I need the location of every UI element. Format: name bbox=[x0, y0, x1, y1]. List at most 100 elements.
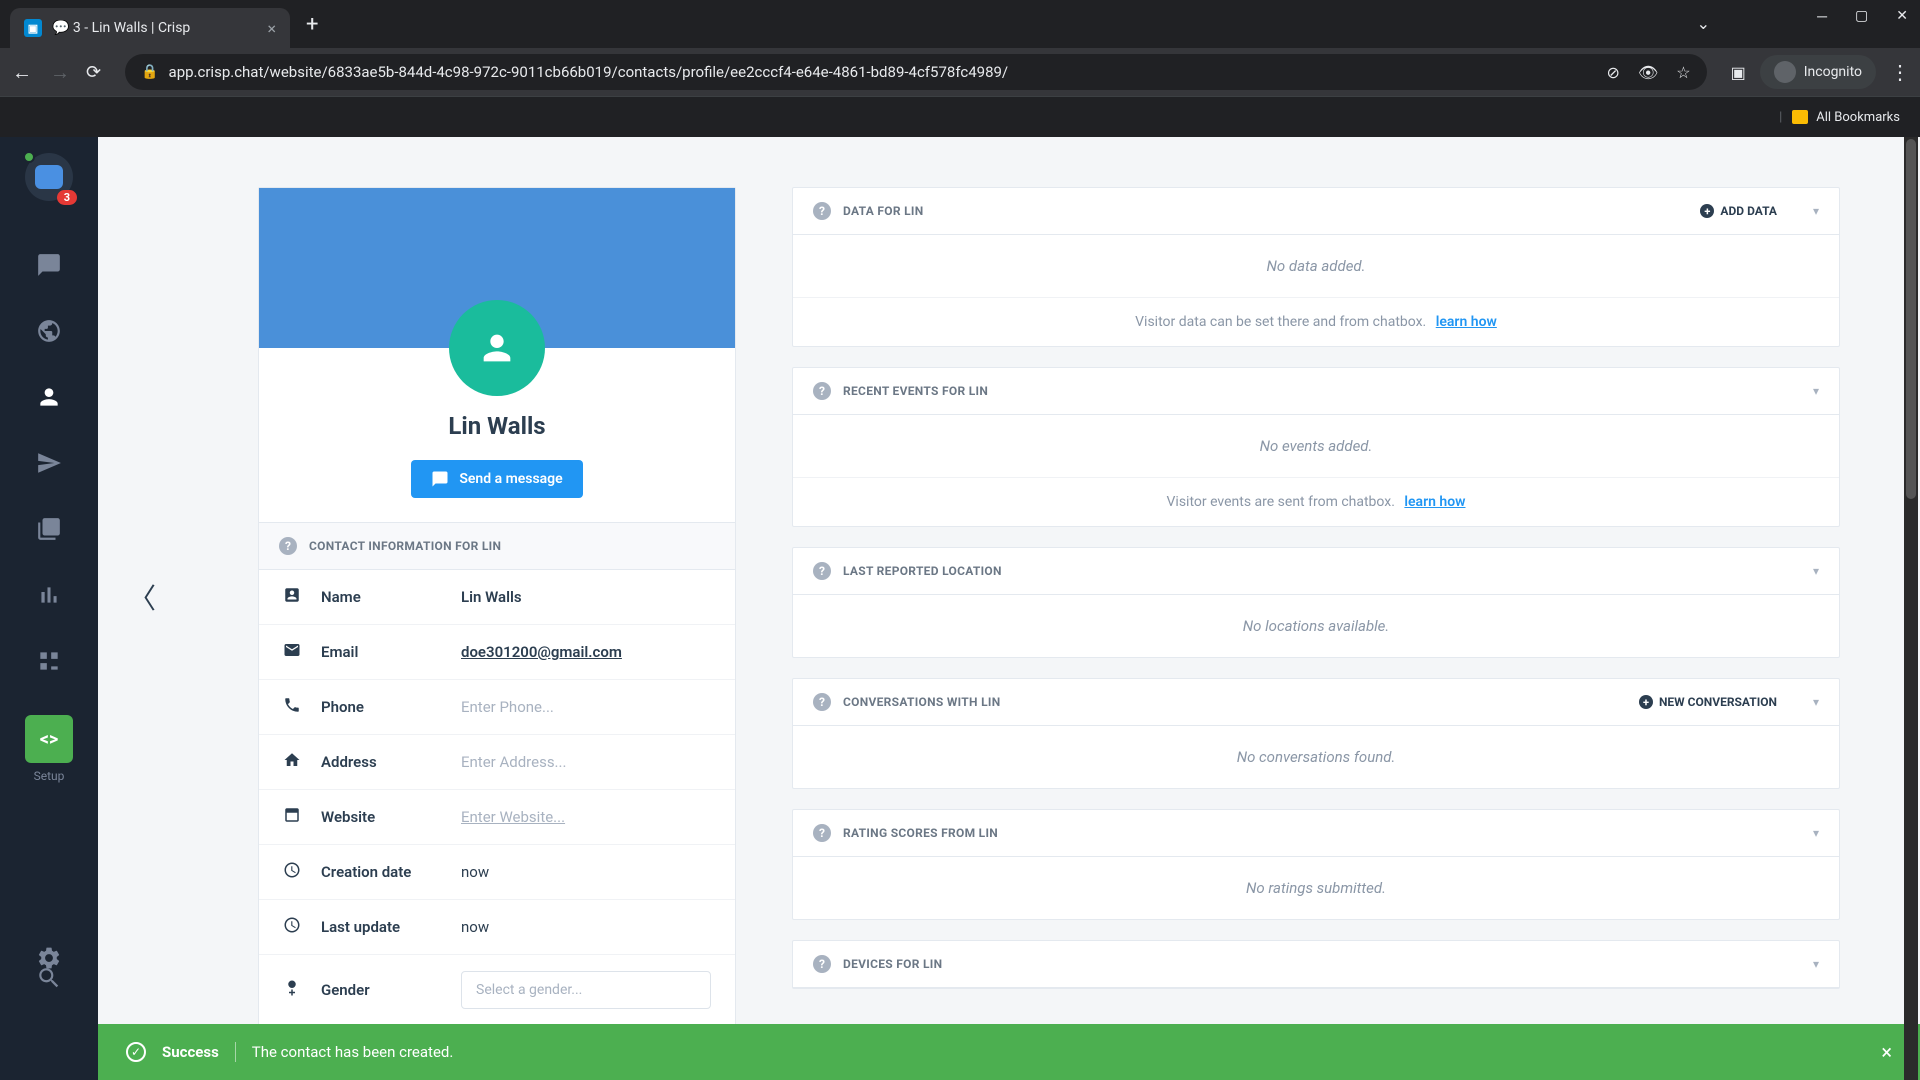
all-bookmarks-button[interactable]: All Bookmarks bbox=[1816, 110, 1900, 125]
chevron-down-icon[interactable]: ▾ bbox=[1813, 826, 1819, 840]
chevron-down-icon[interactable]: ▾ bbox=[1813, 564, 1819, 578]
help-icon[interactable]: ? bbox=[813, 824, 831, 842]
empty-events-text: No events added. bbox=[815, 437, 1817, 455]
data-footer: Visitor data can be set there and from c… bbox=[793, 297, 1839, 346]
new-tab-button[interactable]: + bbox=[306, 12, 318, 37]
toast-close-button[interactable]: × bbox=[1881, 1040, 1892, 1064]
notification-badge: 3 bbox=[57, 190, 77, 205]
scrollbar-thumb[interactable] bbox=[1906, 139, 1916, 499]
send-message-button[interactable]: Send a message bbox=[411, 460, 582, 498]
close-window-button[interactable]: ✕ bbox=[1896, 8, 1908, 25]
sidebar-visitors[interactable] bbox=[25, 307, 73, 355]
maximize-button[interactable]: ▢ bbox=[1855, 8, 1868, 25]
email-link[interactable]: doe301200@gmail.com bbox=[461, 643, 622, 661]
empty-conv-text: No conversations found. bbox=[815, 748, 1817, 766]
back-chevron-icon[interactable]: 〈 bbox=[128, 577, 156, 617]
tab-dropdown-icon[interactable]: ⌄ bbox=[1697, 14, 1710, 33]
name-value[interactable]: Lin Walls bbox=[461, 588, 522, 606]
profile-banner bbox=[259, 188, 735, 348]
sidebar-inbox[interactable] bbox=[25, 241, 73, 289]
url-text: app.crisp.chat/website/6833ae5b-844d-4c9… bbox=[169, 63, 1009, 81]
incognito-badge[interactable]: Incognito bbox=[1760, 55, 1876, 89]
sidebar-helpdesk[interactable] bbox=[25, 505, 73, 553]
sidebar-analytics[interactable] bbox=[25, 571, 73, 619]
scrollbar[interactable] bbox=[1904, 137, 1918, 1080]
sidebar-settings[interactable] bbox=[25, 934, 73, 982]
app-logo[interactable]: 3 bbox=[25, 153, 73, 201]
setup-label: Setup bbox=[34, 769, 65, 783]
website-icon bbox=[283, 806, 303, 828]
panel-events: ? RECENT EVENTS FOR LIN ▾ No events adde… bbox=[792, 367, 1840, 527]
badge-icon bbox=[283, 586, 303, 608]
clock-icon bbox=[283, 916, 303, 938]
status-dot-icon bbox=[23, 151, 35, 163]
chat-icon bbox=[431, 470, 449, 488]
plus-icon: + bbox=[1639, 695, 1653, 709]
eye-off-icon[interactable]: 👁 bbox=[1638, 63, 1658, 82]
panel-conversations: ? CONVERSATIONS WITH LIN + NEW CONVERSAT… bbox=[792, 678, 1840, 789]
email-icon bbox=[283, 641, 303, 663]
help-icon[interactable]: ? bbox=[279, 537, 297, 555]
creation-value: now bbox=[461, 863, 489, 881]
help-icon[interactable]: ? bbox=[813, 693, 831, 711]
forward-button[interactable]: → bbox=[48, 60, 72, 85]
phone-input[interactable]: Enter Phone... bbox=[461, 698, 554, 716]
panel-devices: ? DEVICES FOR LIN ▾ bbox=[792, 940, 1840, 989]
bookmarks-divider: | bbox=[1779, 110, 1782, 125]
row-creation: Creation date now bbox=[259, 845, 735, 900]
row-phone: Phone Enter Phone... bbox=[259, 680, 735, 735]
gender-icon bbox=[283, 979, 303, 1001]
sidebar-setup[interactable]: <> bbox=[25, 715, 73, 763]
panel-ratings: ? RATING SCORES FROM LIN ▾ No ratings su… bbox=[792, 809, 1840, 920]
chevron-down-icon[interactable]: ▾ bbox=[1813, 695, 1819, 709]
browser-menu-button[interactable]: ⋮ bbox=[1890, 60, 1910, 84]
sidebar-contacts[interactable] bbox=[25, 373, 73, 421]
empty-location-text: No locations available. bbox=[815, 617, 1817, 635]
row-email: Email doe301200@gmail.com bbox=[259, 625, 735, 680]
new-conversation-button[interactable]: + NEW CONVERSATION bbox=[1639, 695, 1777, 709]
plus-icon: + bbox=[1700, 204, 1714, 218]
row-name: Name Lin Walls bbox=[259, 570, 735, 625]
address-bar[interactable]: 🔒 app.crisp.chat/website/6833ae5b-844d-4… bbox=[125, 54, 1707, 90]
chevron-down-icon[interactable]: ▾ bbox=[1813, 384, 1819, 398]
folder-icon bbox=[1792, 110, 1808, 124]
reload-button[interactable]: ⟳ bbox=[86, 62, 101, 83]
panel-data: ? DATA FOR LIN + ADD DATA ▾ No data adde… bbox=[792, 187, 1840, 347]
sidebar-plugins[interactable] bbox=[25, 637, 73, 685]
help-icon[interactable]: ? bbox=[813, 382, 831, 400]
extensions-icon[interactable]: ▣ bbox=[1731, 63, 1746, 82]
help-icon[interactable]: ? bbox=[813, 562, 831, 580]
avatar[interactable] bbox=[449, 300, 545, 396]
tab-close-icon[interactable]: × bbox=[267, 19, 276, 38]
incognito-icon bbox=[1774, 61, 1796, 83]
sidebar-campaigns[interactable] bbox=[25, 439, 73, 487]
browser-tab[interactable]: ▣ 💬 3 - Lin Walls | Crisp × bbox=[10, 8, 290, 48]
website-input[interactable]: Enter Website... bbox=[461, 808, 565, 826]
panel-location: ? LAST REPORTED LOCATION ▾ No locations … bbox=[792, 547, 1840, 658]
minimize-button[interactable]: ─ bbox=[1817, 8, 1827, 25]
add-data-button[interactable]: + ADD DATA bbox=[1700, 204, 1777, 218]
events-footer: Visitor events are sent from chatbox. le… bbox=[793, 477, 1839, 526]
tab-favicon-icon: ▣ bbox=[24, 19, 42, 37]
toast-title: Success bbox=[162, 1043, 219, 1061]
learn-how-link[interactable]: learn how bbox=[1436, 314, 1497, 330]
profile-name: Lin Walls bbox=[283, 412, 711, 440]
lock-icon: 🔒 bbox=[141, 64, 158, 80]
back-button[interactable]: ← bbox=[10, 60, 34, 85]
chevron-down-icon[interactable]: ▾ bbox=[1813, 204, 1819, 218]
gender-select[interactable]: Select a gender... bbox=[461, 971, 711, 1009]
row-address: Address Enter Address... bbox=[259, 735, 735, 790]
address-input[interactable]: Enter Address... bbox=[461, 753, 566, 771]
profile-card: Lin Walls Send a message ? CONTACT INFOR… bbox=[258, 187, 736, 1026]
help-icon[interactable]: ? bbox=[813, 202, 831, 220]
key-icon[interactable]: ⊘ bbox=[1607, 63, 1620, 82]
learn-how-link[interactable]: learn how bbox=[1404, 494, 1465, 510]
row-update: Last update now bbox=[259, 900, 735, 955]
app-sidebar: 3 <> Setup bbox=[0, 137, 98, 1080]
chevron-down-icon[interactable]: ▾ bbox=[1813, 957, 1819, 971]
help-icon[interactable]: ? bbox=[813, 955, 831, 973]
row-gender: Gender Select a gender... bbox=[259, 955, 735, 1025]
empty-data-text: No data added. bbox=[815, 257, 1817, 275]
empty-ratings-text: No ratings submitted. bbox=[815, 879, 1817, 897]
star-icon[interactable]: ☆ bbox=[1676, 63, 1690, 82]
